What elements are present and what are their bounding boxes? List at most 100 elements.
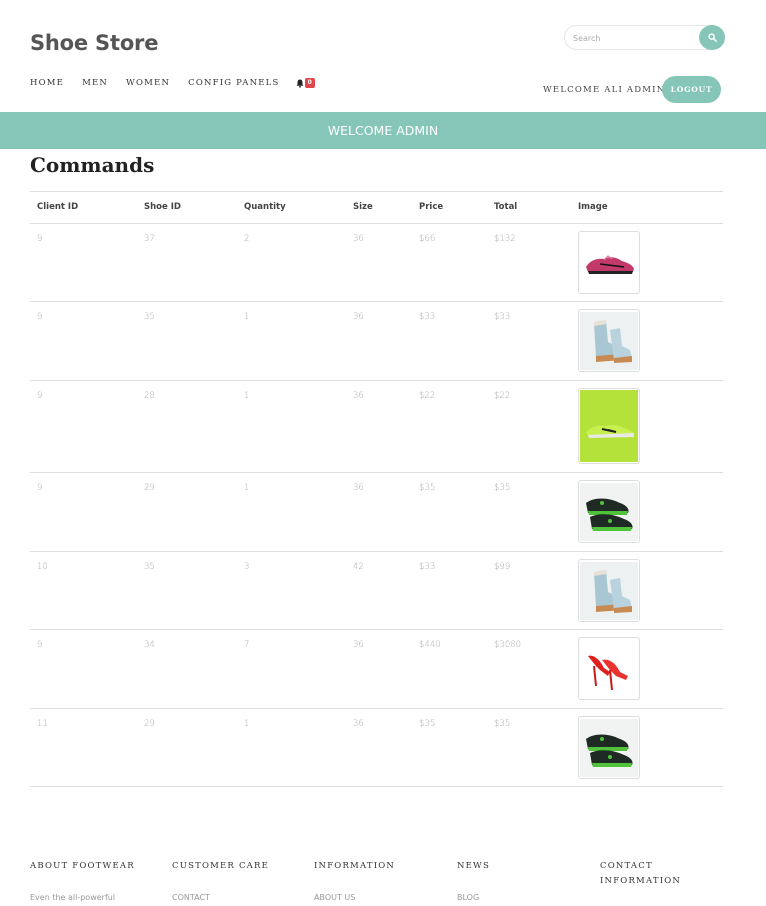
blue-boots-image (580, 311, 638, 370)
header-image: Image (578, 202, 608, 212)
cell-price: $33 (419, 312, 436, 322)
cell-total: $132 (494, 234, 516, 244)
cell-client-id: 11 (37, 719, 48, 729)
cell-shoe-id: 37 (144, 234, 155, 244)
notifications-button[interactable]: 0 (296, 78, 315, 88)
header-quantity: Quantity (244, 202, 286, 212)
footer-heading: CONTACT INFORMATION (600, 861, 682, 886)
cell-total: $22 (494, 391, 511, 401)
header-price: Price (419, 202, 444, 212)
footer-link-about-us[interactable]: ABOUT US (314, 893, 355, 902)
cell-size: 36 (353, 391, 364, 401)
cell-price: $35 (419, 483, 436, 493)
cell-client-id: 9 (37, 234, 43, 244)
cell-total: $3080 (494, 640, 522, 650)
cell-size: 36 (353, 640, 364, 650)
search-box (564, 25, 725, 50)
cell-total: $35 (494, 719, 511, 729)
footer-text: Even the all-powerful (30, 893, 116, 902)
cell-client-id: 9 (37, 640, 43, 650)
cell-size: 36 (353, 719, 364, 729)
footer-link-blog[interactable]: BLOG (457, 893, 479, 902)
footer-heading: NEWS (457, 861, 491, 871)
black-green-sneakers-image (580, 718, 638, 777)
cell-price: $33 (419, 562, 436, 572)
cell-price: $35 (419, 719, 436, 729)
header-size: Size (353, 202, 373, 212)
footer-heading: CUSTOMER CARE (172, 861, 269, 871)
nav-men[interactable]: MEN (82, 78, 108, 88)
footer-about-footwear: ABOUT FOOTWEAR Even the all-powerful (30, 859, 150, 902)
black-green-sneakers-image (580, 482, 638, 541)
shoe-thumbnail[interactable] (578, 388, 640, 464)
cell-quantity: 1 (244, 483, 250, 493)
shoe-thumbnail[interactable] (578, 716, 640, 779)
cell-quantity: 3 (244, 562, 250, 572)
nav-home[interactable]: HOME (30, 78, 64, 88)
cell-client-id: 9 (37, 483, 43, 493)
cell-quantity: 2 (244, 234, 250, 244)
table-row: 9 37 2 36 $66 $132 (30, 224, 723, 302)
nav-config-panels[interactable]: CONFIG PANELS (188, 78, 279, 88)
welcome-banner: WELCOME ADMIN (0, 112, 766, 149)
red-heels-image (580, 639, 638, 698)
cell-price: $440 (419, 640, 441, 650)
cell-size: 36 (353, 483, 364, 493)
cell-price: $22 (419, 391, 436, 401)
pink-sneaker-image (580, 233, 638, 292)
footer-heading: INFORMATION (314, 861, 396, 871)
cell-quantity: 1 (244, 312, 250, 322)
search-button[interactable] (699, 25, 725, 50)
shoe-thumbnail[interactable] (578, 480, 640, 543)
bell-icon (296, 79, 304, 88)
table-row: 9 34 7 36 $440 $3080 (30, 630, 723, 709)
table-row: 9 28 1 36 $22 $22 (30, 381, 723, 473)
cell-total: $35 (494, 483, 511, 493)
logout-button[interactable]: LOGOUT (662, 76, 721, 103)
nav-women[interactable]: WOMEN (126, 78, 170, 88)
footer-link-contact[interactable]: CONTACT (172, 893, 210, 902)
header-total: Total (494, 202, 518, 212)
header-client-id: Client ID (37, 202, 79, 212)
footer-information: INFORMATION ABOUT US (314, 859, 434, 902)
search-input[interactable] (573, 31, 693, 45)
cell-quantity: 1 (244, 391, 250, 401)
brand-logo[interactable]: Shoe Store (30, 31, 158, 55)
cell-shoe-id: 28 (144, 391, 155, 401)
table-row: 10 35 3 42 $33 $99 (30, 552, 723, 630)
cell-shoe-id: 35 (144, 312, 155, 322)
cell-shoe-id: 34 (144, 640, 155, 650)
welcome-user-text: WELCOME ALI ADMIN (543, 85, 666, 95)
cell-size: 42 (353, 562, 364, 572)
green-sneaker-image (580, 390, 638, 462)
cell-shoe-id: 35 (144, 562, 155, 572)
cell-shoe-id: 29 (144, 483, 155, 493)
header-shoe-id: Shoe ID (144, 202, 181, 212)
cell-client-id: 10 (37, 562, 48, 572)
shoe-thumbnail[interactable] (578, 637, 640, 700)
table-row: 9 29 1 36 $35 $35 (30, 473, 723, 552)
cell-quantity: 7 (244, 640, 250, 650)
footer-news: NEWS BLOG (457, 859, 577, 902)
footer-heading: ABOUT FOOTWEAR (30, 861, 135, 871)
cell-shoe-id: 29 (144, 719, 155, 729)
notification-count-badge: 0 (304, 78, 315, 88)
shoe-thumbnail[interactable] (578, 559, 640, 622)
commands-table: Client ID Shoe ID Quantity Size Price To… (30, 191, 723, 787)
search-icon (707, 33, 717, 42)
footer-contact-information: CONTACT INFORMATION (600, 859, 690, 889)
cell-total: $99 (494, 562, 511, 572)
cell-client-id: 9 (37, 312, 43, 322)
cell-size: 36 (353, 312, 364, 322)
table-row: 11 29 1 36 $35 $35 (30, 709, 723, 787)
footer-customer-care: CUSTOMER CARE CONTACT (172, 859, 292, 902)
shoe-thumbnail[interactable] (578, 231, 640, 294)
table-row: 9 35 1 36 $33 $33 (30, 302, 723, 381)
cell-quantity: 1 (244, 719, 250, 729)
shoe-thumbnail[interactable] (578, 309, 640, 372)
cell-total: $33 (494, 312, 511, 322)
table-header-row: Client ID Shoe ID Quantity Size Price To… (30, 192, 723, 224)
cell-client-id: 9 (37, 391, 43, 401)
main-nav: HOME MEN WOMEN CONFIG PANELS 0 (30, 78, 315, 88)
cell-size: 36 (353, 234, 364, 244)
